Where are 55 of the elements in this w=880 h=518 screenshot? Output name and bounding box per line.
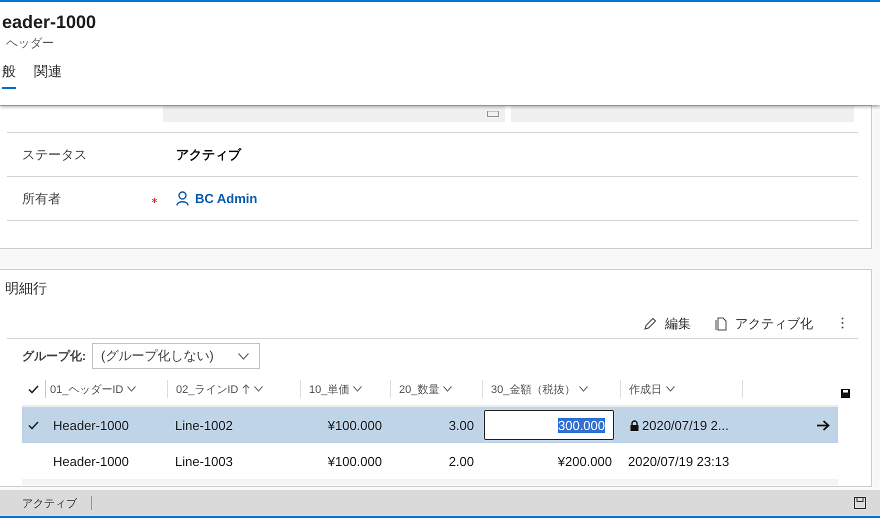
status-text: アクティブ bbox=[22, 496, 77, 510]
field-value: アクティブ bbox=[176, 146, 241, 164]
table-cell: 2020/07/19 2... bbox=[642, 418, 729, 432]
field-label: 所有者 bbox=[21, 190, 62, 208]
table-row[interactable]: Header-1000 Line-1003 ¥100.000 2.00 ¥200.000 2020/07/19 23:13 bbox=[22, 443, 838, 479]
command-button[interactable]: 編集 bbox=[643, 315, 691, 333]
chevron-down-icon bbox=[666, 386, 675, 392]
page-icon bbox=[715, 317, 727, 331]
check-icon bbox=[28, 420, 39, 430]
amount-input[interactable]: 300.000 bbox=[484, 410, 614, 440]
command-button[interactable]: アクティブ化 bbox=[715, 315, 813, 333]
required-icon bbox=[152, 198, 157, 202]
table-cell: 2.00 bbox=[448, 454, 474, 468]
date-field[interactable] bbox=[163, 106, 505, 122]
table-cell: 3.00 bbox=[448, 418, 474, 432]
table-cell: Header-1000 bbox=[53, 418, 129, 432]
chevron-down-icon bbox=[579, 386, 588, 392]
column-header[interactable]: 20_数量 bbox=[399, 382, 440, 396]
section-title: 明細行 bbox=[5, 280, 47, 298]
chevron-down-icon bbox=[443, 386, 452, 392]
save-icon[interactable] bbox=[854, 497, 866, 509]
group-by-label: グループ化: bbox=[22, 348, 86, 364]
sort-up-icon bbox=[242, 384, 250, 394]
arrow-right-icon bbox=[817, 420, 830, 430]
calendar-icon bbox=[487, 111, 499, 117]
owner-link[interactable]: BC Admin bbox=[176, 191, 258, 206]
table-cell: 2020/07/19 23:13 bbox=[628, 454, 730, 468]
table-cell: Header-1000 bbox=[53, 454, 129, 468]
record-title: eader-1000 bbox=[2, 12, 98, 33]
save-icon[interactable] bbox=[841, 389, 850, 398]
table-cell: ¥100.000 bbox=[328, 418, 382, 432]
check-icon bbox=[28, 384, 39, 394]
chevron-down-icon bbox=[238, 352, 249, 360]
field-label: ステータス bbox=[21, 146, 88, 164]
column-header[interactable]: 02_ラインID bbox=[176, 382, 238, 396]
column-header[interactable]: 30_金額（税抜） bbox=[491, 382, 576, 396]
time-field[interactable] bbox=[511, 106, 854, 122]
person-icon bbox=[176, 191, 189, 206]
tab[interactable]: 般 bbox=[2, 62, 16, 89]
entity-name: ヘッダー bbox=[6, 35, 55, 52]
table-cell: ¥100.000 bbox=[328, 454, 382, 468]
column-header[interactable]: 10_単価 bbox=[309, 382, 350, 396]
tab[interactable]: 関連 bbox=[34, 62, 62, 89]
chevron-down-icon bbox=[127, 386, 136, 392]
pencil-icon bbox=[643, 317, 657, 331]
group-by-dropdown[interactable]: (グループ化しない) bbox=[92, 343, 260, 369]
table-row[interactable]: Header-1000 Line-1002 ¥100.000 3.00 300.000 2020/07/19 2... bbox=[22, 407, 838, 443]
chevron-down-icon bbox=[353, 386, 362, 392]
table-cell: Line-1002 bbox=[175, 418, 233, 432]
chevron-down-icon bbox=[254, 386, 264, 392]
column-header[interactable]: 作成日 bbox=[629, 382, 662, 396]
table-cell: Line-1003 bbox=[175, 454, 233, 468]
table-cell: ¥200.000 bbox=[558, 454, 612, 468]
lock-icon bbox=[630, 420, 639, 430]
column-header[interactable]: 01_ヘッダーID bbox=[50, 382, 124, 396]
